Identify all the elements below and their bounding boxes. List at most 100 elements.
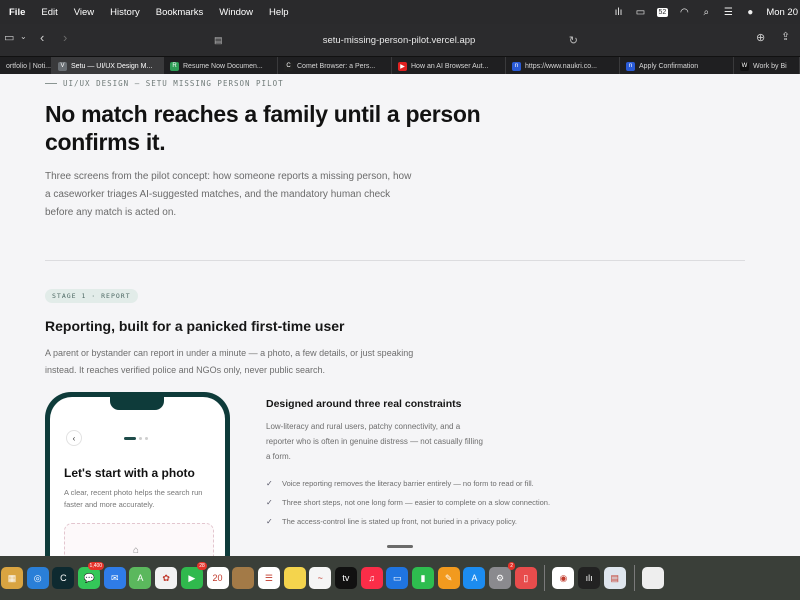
phone-heading: Let's start with a photo	[64, 466, 195, 480]
menu-view[interactable]: View	[66, 7, 102, 18]
mail-icon[interactable]: ✉	[103, 567, 126, 589]
menu-window[interactable]: Window	[211, 7, 261, 18]
comet-icon[interactable]: C	[52, 567, 75, 589]
constraints-intro: Low-literacy and rural users, patchy con…	[266, 422, 483, 461]
web-page: UI/UX DESIGN — SETU MISSING PERSON PILOT…	[0, 74, 800, 556]
tab-bar: ortfolio | Noti... V Setu — UI/UX Design M…	[0, 56, 800, 75]
dock-app-glyph: A	[137, 573, 144, 583]
menu-history[interactable]: History	[102, 7, 148, 18]
screen-mirror-icon[interactable]: ▭	[635, 7, 647, 18]
forward-icon[interactable]: ›	[63, 30, 67, 45]
reload-icon[interactable]: ↻	[569, 34, 578, 47]
status-area: ılı ▭ 52 ◠ ⌕ ☰ ● Mon 20	[613, 0, 800, 24]
check-icon: ✓	[266, 479, 273, 488]
tab-4[interactable]: ▶ How an AI Browser Aut...	[392, 57, 506, 75]
system-settings-icon[interactable]: ⚙ 2	[489, 562, 516, 589]
calendar-icon[interactable]: 20	[206, 567, 229, 589]
step-indicator	[124, 437, 148, 440]
tab-0[interactable]: ortfolio | Noti...	[0, 57, 52, 75]
section-subtitle: A parent or bystander can report in unde…	[45, 348, 414, 375]
app-store-icon[interactable]: A	[463, 567, 486, 589]
dock-app-glyph: ◎	[33, 572, 42, 583]
list-item: ✓ Three short steps, not one long form — …	[266, 493, 606, 512]
tab-label: Setu — UI/UX Design M...	[71, 62, 153, 70]
back-icon[interactable]: ‹	[40, 30, 44, 45]
menu-bookmarks[interactable]: Bookmarks	[148, 7, 212, 18]
eyebrow-text: UI/UX DESIGN — SETU MISSING PERSON PILOT	[63, 79, 284, 88]
check-icon: ✓	[266, 517, 273, 526]
music-icon[interactable]: ♫	[360, 567, 383, 589]
dock-app-glyph: tv	[342, 573, 350, 583]
dock-app-glyph: ⚙	[496, 572, 505, 583]
iphone-mirroring-icon[interactable]: ▯	[514, 567, 537, 589]
audio-meter-icon[interactable]: ılı	[613, 7, 625, 18]
dock-app-glyph: ◉	[559, 572, 568, 583]
tab-1[interactable]: V Setu — UI/UX Design M...	[52, 57, 164, 75]
messages-icon[interactable]: 💬 1,400	[78, 562, 105, 589]
stage-badge: STAGE 1 · REPORT	[45, 289, 138, 303]
tab-3[interactable]: C Comet Browser: a Pers...	[278, 57, 392, 75]
dock-separator	[633, 565, 635, 591]
notes-brown-icon[interactable]	[232, 567, 255, 589]
freeform-icon[interactable]: ~	[309, 567, 332, 589]
apple-tv-icon[interactable]: tv	[334, 567, 357, 589]
step-dot	[145, 437, 148, 440]
chrome-icon[interactable]: ◉	[552, 567, 575, 589]
tab-7[interactable]: W Work by Bi	[734, 57, 800, 75]
tab-favicon-icon: V	[58, 61, 67, 71]
notes-icon[interactable]	[283, 567, 306, 589]
numbers-icon[interactable]: ▮	[412, 567, 434, 589]
menu-help[interactable]: Help	[261, 7, 297, 18]
document-stack-icon[interactable]	[641, 567, 664, 589]
facetime-icon[interactable]: ▶ 28	[180, 562, 207, 589]
phone-notch	[110, 397, 164, 410]
address-bar[interactable]: ▤ setu-missing-person-pilot.vercel.app ↻	[214, 29, 584, 51]
reminders-icon[interactable]: ☰	[257, 567, 280, 589]
siri-icon[interactable]: ●	[744, 7, 756, 18]
tab-label: ortfolio | Noti...	[6, 62, 52, 70]
sidebar-toggle-icon[interactable]: ▭	[4, 31, 14, 44]
sidebar-menu-chevron-icon[interactable]: ⌄	[20, 32, 27, 41]
camera-icon: ⌂	[133, 545, 140, 556]
safari-icon[interactable]: ◎	[26, 567, 49, 589]
tab-2[interactable]: R Resume Now Documen...	[164, 57, 278, 75]
audio-app-icon[interactable]: ılı	[578, 567, 601, 589]
search-icon[interactable]: ⌕	[700, 7, 712, 18]
tab-favicon-icon: C	[284, 61, 293, 71]
downloads-icon[interactable]: ⊕	[756, 31, 765, 44]
tab-6[interactable]: n Apply Confirmation	[620, 57, 734, 75]
dock-app-glyph: A	[471, 573, 478, 583]
clock[interactable]: Mon 20	[766, 7, 798, 18]
notification-badge: 28	[197, 562, 207, 570]
preview-icon[interactable]: ▤	[603, 567, 626, 589]
dock-app-glyph: ılı	[585, 573, 593, 583]
dock-app-glyph: ♫	[368, 573, 375, 583]
eyebrow-dash	[45, 83, 57, 84]
scroll-indicator[interactable]	[387, 545, 413, 548]
page-settings-icon[interactable]: ▤	[214, 35, 223, 46]
constraint-text: Voice reporting removes the literacy bar…	[282, 479, 534, 488]
battery-indicator[interactable]: 52	[656, 7, 669, 17]
keynote-icon[interactable]: ▭	[386, 567, 409, 589]
photo-upload-area: ⌂	[64, 523, 214, 556]
menu-file[interactable]: File	[0, 7, 33, 18]
dock-app-glyph: ✉	[110, 572, 119, 583]
check-icon: ✓	[266, 498, 273, 507]
dock-app-glyph: ▮	[420, 572, 426, 583]
list-item: ✓ The access-control line is stated up fr…	[266, 512, 606, 531]
tab-label: Comet Browser: a Pers...	[297, 62, 376, 70]
notification-badge: 2	[508, 562, 516, 570]
menu-edit[interactable]: Edit	[33, 7, 65, 18]
eyebrow: UI/UX DESIGN — SETU MISSING PERSON PILOT	[45, 79, 284, 88]
tab-5[interactable]: n https://www.naukri.co...	[506, 57, 620, 75]
phone-back-button: ‹	[66, 430, 82, 446]
share-icon[interactable]: ⇪	[781, 30, 790, 43]
wifi-icon[interactable]: ◠	[678, 7, 690, 18]
launchpad-icon[interactable]: ▦	[1, 567, 23, 589]
dock-app-glyph: ☰	[264, 572, 273, 583]
photos-icon[interactable]: ✿	[155, 567, 178, 589]
control-center-icon[interactable]: ☰	[722, 7, 734, 18]
notification-badge: 1,400	[87, 562, 105, 570]
pages-icon[interactable]: ✎	[437, 567, 460, 589]
maps-icon[interactable]: A	[129, 567, 152, 589]
